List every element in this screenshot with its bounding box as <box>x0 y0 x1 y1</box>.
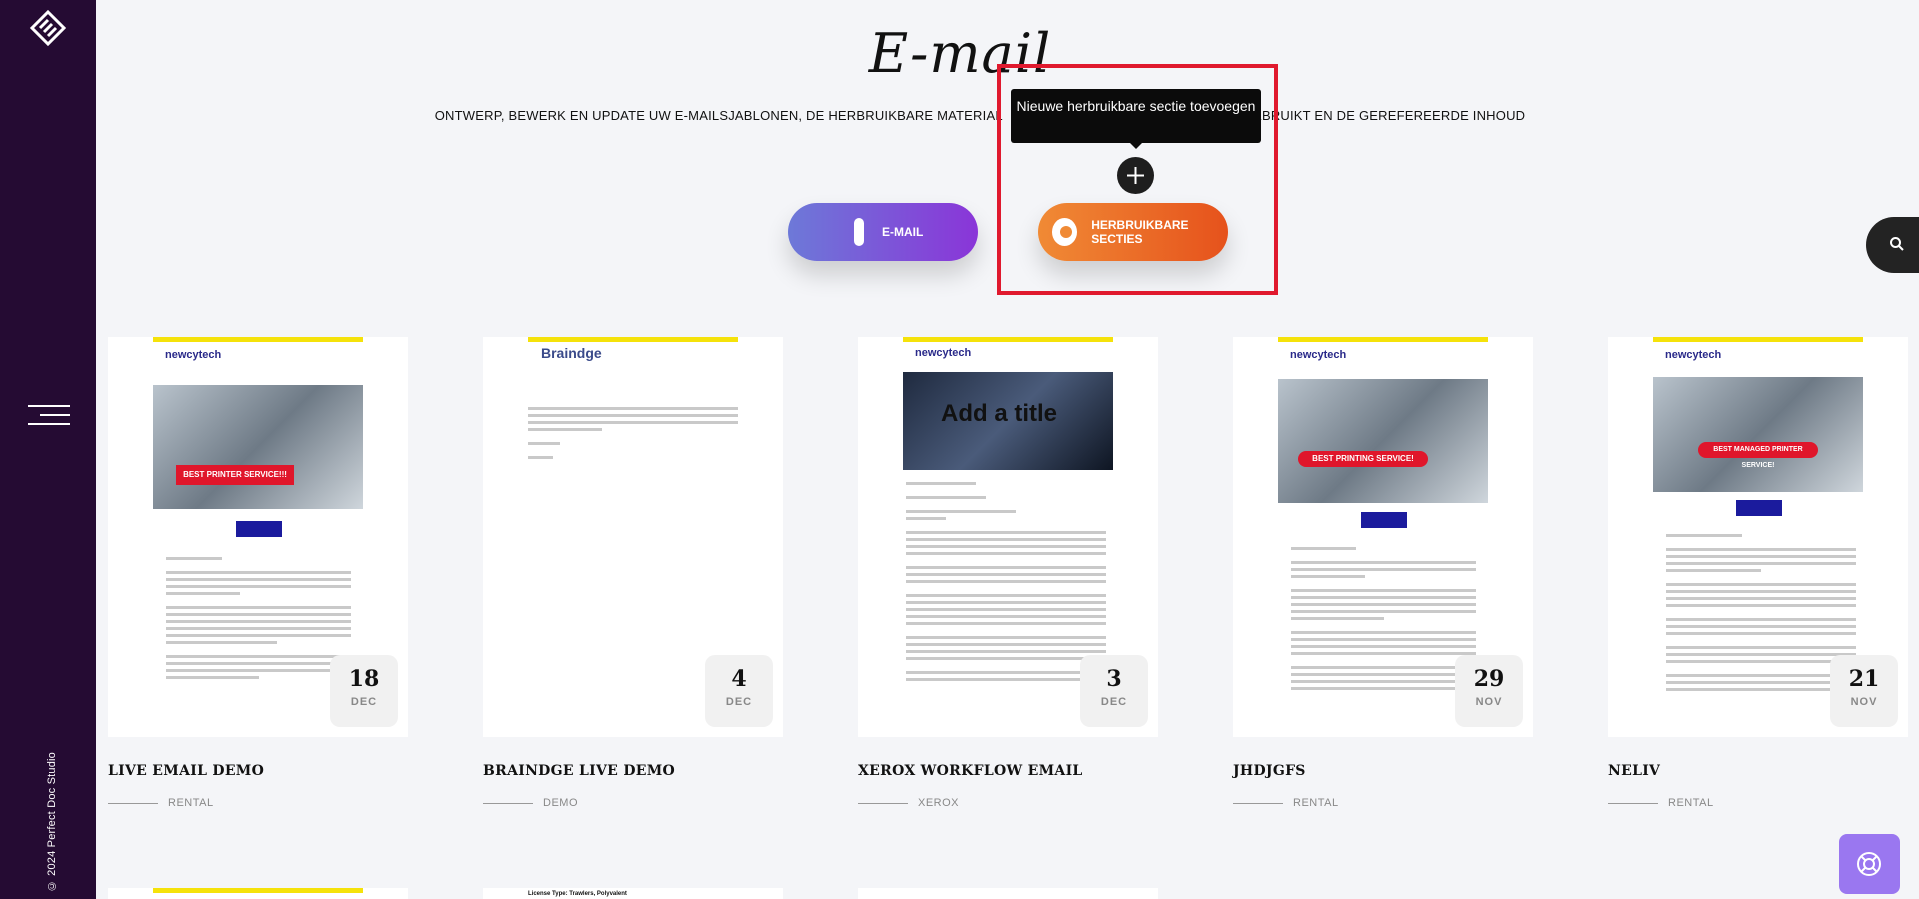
reusable-sections-label: HERBRUIKBARE SECTIES <box>1091 218 1189 246</box>
template-card-partial[interactable] <box>858 888 1158 899</box>
radio-knob-icon <box>1052 218 1078 246</box>
date-badge: 4 DEC <box>705 655 773 727</box>
date-month: DEC <box>1100 696 1128 708</box>
card-tag-label: RENTAL <box>1293 797 1339 809</box>
thumbnail-brand: newcytech <box>915 347 972 359</box>
template-thumbnail[interactable]: newcytech Add a title 3 DEC <box>858 337 1158 737</box>
card-tag: XEROX <box>858 797 1158 809</box>
thumbnail-body-text <box>1666 534 1856 695</box>
toggle-knob <box>854 218 864 246</box>
date-month: NOV <box>1850 696 1878 708</box>
card-title[interactable]: LIVE EMAIL DEMO <box>108 763 408 779</box>
card-tag-label: DEMO <box>543 797 578 809</box>
card-tag: DEMO <box>483 797 783 809</box>
date-badge: 3 DEC <box>1080 655 1148 727</box>
thumbnail-body-text <box>1291 547 1476 694</box>
template-card[interactable]: newcytech BEST PRINTING SERVICE! 29 NOV … <box>1233 337 1533 809</box>
card-tag-label: RENTAL <box>1668 797 1714 809</box>
page-subtitle: ONTWERP, BEWERK EN UPDATE UW E-MAILSJABL… <box>430 108 1530 123</box>
thumbnail-snippet: License Type: Trawlers, Polyvalent <box>528 891 627 897</box>
template-card-partial[interactable] <box>108 888 408 899</box>
date-day: 4 <box>731 666 747 692</box>
card-title[interactable]: BRAINDGE LIVE DEMO <box>483 763 783 779</box>
add-section-tooltip: Nieuwe herbruikbare sectie toevoegen <box>1011 89 1261 149</box>
search-icon <box>1890 237 1904 251</box>
template-thumbnail[interactable]: newcytech BEST PRINTER SERVICE!!! 18 DEC <box>108 337 408 737</box>
thumbnail-banner: BEST PRINTER SERVICE!!! <box>176 465 294 485</box>
template-card[interactable]: newcytech BEST MANAGED PRINTER SERVICE! … <box>1608 337 1908 809</box>
template-card[interactable]: newcytech BEST PRINTER SERVICE!!! 18 DEC… <box>108 337 408 809</box>
template-card[interactable]: Braindge 4 DEC BRAINDGE LIVE DEMO DEMO <box>483 337 783 809</box>
thumbnail-brand: newcytech <box>165 349 222 361</box>
template-card-partial[interactable]: License Type: Trawlers, Polyvalent <box>483 888 783 899</box>
thumbnail-brand: newcytech <box>1665 349 1722 361</box>
search-button[interactable] <box>1866 217 1919 273</box>
card-title[interactable]: JHDJGFS <box>1233 763 1533 779</box>
thumbnail-cta <box>236 521 282 537</box>
thumbnail-photo: Add a title <box>903 372 1113 470</box>
date-day: 21 <box>1848 666 1880 692</box>
subtitle-right: GEBRUIKT EN DE GEREFEREERDE INHOUD <box>1242 108 1526 123</box>
menu-icon[interactable] <box>28 405 70 431</box>
lifebuoy-icon <box>1857 852 1881 876</box>
thumbnail-accent-bar <box>528 337 738 342</box>
date-month: DEC <box>350 696 378 708</box>
date-badge: 18 DEC <box>330 655 398 727</box>
thumbnail-photo <box>1278 379 1488 503</box>
thumbnail-cta <box>1361 512 1407 528</box>
date-month: NOV <box>1475 696 1503 708</box>
support-button[interactable] <box>1839 834 1900 894</box>
card-tag: RENTAL <box>108 797 408 809</box>
plus-icon <box>1127 167 1144 184</box>
thumbnail-photo <box>153 385 363 509</box>
logo-icon[interactable] <box>28 8 68 48</box>
thumbnail-photo-title: Add a title <box>941 400 1058 427</box>
date-badge: 29 NOV <box>1455 655 1523 727</box>
card-tag: RENTAL <box>1608 797 1908 809</box>
thumbnail-body-text <box>166 557 351 683</box>
thumbnail-body-text <box>906 482 1106 685</box>
thumbnail-body-text <box>528 407 738 463</box>
thumbnail-accent-bar <box>1278 337 1488 342</box>
add-section-button[interactable] <box>1117 157 1154 194</box>
card-title[interactable]: XEROX WORKFLOW EMAIL <box>858 763 1158 779</box>
thumbnail-brand: newcytech <box>1290 349 1347 361</box>
card-tag-label: RENTAL <box>168 797 214 809</box>
thumbnail-accent-bar <box>903 337 1113 342</box>
date-month: DEC <box>725 696 753 708</box>
thumbnail-photo <box>1653 377 1863 492</box>
thumbnail-banner: BEST MANAGED PRINTER SERVICE! <box>1698 442 1818 469</box>
card-tag-label: XEROX <box>918 797 960 809</box>
copyright-text: © 2024 Perfect Doc Studio <box>46 751 58 891</box>
thumbnail-accent-bar <box>153 337 363 342</box>
template-card[interactable]: newcytech Add a title 3 DEC XEROX WORKFL… <box>858 337 1158 809</box>
template-thumbnail[interactable]: Braindge 4 DEC <box>483 337 783 737</box>
thumbnail-banner: BEST PRINTING SERVICE! <box>1298 451 1428 467</box>
card-title[interactable]: NELIV <box>1608 763 1908 779</box>
date-day: 18 <box>348 666 380 692</box>
date-day: 29 <box>1473 666 1505 692</box>
card-tag: RENTAL <box>1233 797 1533 809</box>
reusable-sections-toggle-button[interactable]: HERBRUIKBARE SECTIES <box>1038 203 1228 261</box>
sidebar: © 2024 Perfect Doc Studio <box>0 0 96 899</box>
date-badge: 21 NOV <box>1830 655 1898 727</box>
page-title: E-mail <box>868 22 1052 85</box>
email-toggle-button[interactable]: E-MAIL <box>788 203 978 261</box>
template-thumbnail[interactable]: newcytech BEST MANAGED PRINTER SERVICE! … <box>1608 337 1908 737</box>
thumbnail-brand: Braindge <box>541 345 602 361</box>
email-toggle-label: E-MAIL <box>882 225 924 239</box>
thumbnail-cta <box>1736 500 1782 516</box>
template-thumbnail[interactable]: newcytech BEST PRINTING SERVICE! 29 NOV <box>1233 337 1533 737</box>
thumbnail-accent-bar <box>1653 337 1863 342</box>
subtitle-left: ONTWERP, BEWERK EN UPDATE UW E-MAILSJABL… <box>434 108 1003 123</box>
date-day: 3 <box>1106 666 1122 692</box>
